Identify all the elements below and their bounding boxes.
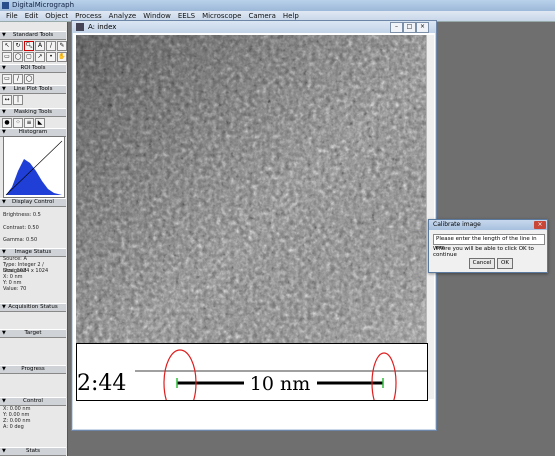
pencil-tool-icon[interactable]: ✎: [57, 41, 67, 51]
roi-oval-icon[interactable]: ◯: [24, 74, 34, 84]
control-a: A: 0 deg: [3, 424, 24, 430]
menu-edit[interactable]: Edit: [22, 11, 43, 20]
menu-window[interactable]: Window: [140, 11, 175, 20]
section-display-control[interactable]: ▼ Display Control: [0, 198, 66, 207]
mask-array-icon[interactable]: ⁘: [13, 118, 23, 128]
dialog-ok-button[interactable]: OK: [497, 258, 513, 269]
dialog-prompt-field[interactable]: Please enter the length of the line in n…: [433, 234, 545, 251]
menu-analyze[interactable]: Analyze: [106, 11, 141, 20]
arrow-line-icon[interactable]: ↗: [35, 52, 45, 62]
section-roi-tools[interactable]: ▼ ROI Tools: [0, 64, 66, 73]
tool-panel: ▼ Standard Tools ↖ ↻ 🔍︎ A / ✎ ▭ ◯ ▢ ↗ • ✋…: [0, 22, 68, 456]
text-tool-icon[interactable]: A: [35, 41, 45, 51]
gamma-value: Gamma: 0.50: [3, 237, 38, 243]
section-masking-tools[interactable]: ▼ Masking Tools: [0, 108, 66, 117]
section-progress[interactable]: ▼ Progress: [0, 365, 66, 374]
line-tool-icon[interactable]: /: [46, 41, 56, 51]
mask-spot-icon[interactable]: ●: [2, 118, 12, 128]
standard-tools-row2: ▭ ◯ ▢ ↗ • ✋: [2, 52, 67, 62]
tem-micrograph[interactable]: [76, 35, 426, 361]
status-value: Value: 70: [3, 286, 27, 292]
section-stats[interactable]: ▼ Stats: [0, 447, 66, 456]
menu-eels[interactable]: EELS: [175, 11, 199, 20]
maximize-button[interactable]: □: [403, 22, 416, 33]
cursor-icon[interactable]: ↔: [2, 95, 12, 105]
dialog-close-button[interactable]: ×: [534, 221, 546, 229]
point-tool-icon[interactable]: •: [46, 52, 56, 62]
mask-wedge-icon[interactable]: ◣: [35, 118, 45, 128]
dialog-title: Calibrate image: [433, 221, 481, 228]
menu-help[interactable]: Help: [280, 11, 303, 20]
masking-tools-row: ● ⁘ ≡ ◣: [2, 118, 45, 128]
roi-line-icon[interactable]: /: [13, 74, 23, 84]
image-window-title: A: index: [88, 23, 117, 31]
dialog-cancel-button[interactable]: Cancel: [469, 258, 495, 269]
hand-tool-icon[interactable]: ✋: [57, 52, 67, 62]
app-title: DigitalMicrograph: [12, 1, 75, 9]
scale-bar-area: 2:44 10 nm: [76, 343, 428, 401]
brightness-value: Brightness: 0.5: [3, 212, 41, 218]
rect-roi-icon[interactable]: ▢: [24, 52, 34, 62]
section-acquisition-status[interactable]: ▼ Acquisition Status: [0, 303, 66, 312]
contrast-value: Contrast: 0.50: [3, 225, 39, 231]
section-standard-tools[interactable]: ▼ Standard Tools: [0, 31, 66, 40]
menu-process[interactable]: Process: [72, 11, 106, 20]
menu-object[interactable]: Object: [42, 11, 72, 20]
line-plot-tools-row: ↔ |: [2, 95, 23, 105]
rotate-tool-icon[interactable]: ↻: [13, 41, 23, 51]
histogram-plot: [3, 136, 65, 198]
menu-file[interactable]: File: [3, 11, 22, 20]
standard-tools-row1: ↖ ↻ 🔍︎ A / ✎: [2, 41, 67, 51]
rect-tool-icon[interactable]: ▭: [2, 52, 12, 62]
zoom-tool-icon[interactable]: 🔍︎: [24, 41, 34, 51]
section-target[interactable]: ▼ Target: [0, 329, 66, 338]
image-window-icon: [76, 23, 84, 31]
close-button[interactable]: ×: [416, 22, 429, 33]
calibrate-dialog: Calibrate image × Please enter the lengt…: [428, 219, 548, 273]
minimize-button[interactable]: –: [390, 22, 403, 33]
section-control[interactable]: ▼ Control: [0, 397, 66, 406]
roi-rect-icon[interactable]: ▭: [2, 74, 12, 84]
scale-bar-label: 10 nm: [250, 373, 310, 395]
dialog-titlebar[interactable]: Calibrate image ×: [429, 220, 547, 230]
section-line-plot-tools[interactable]: ▼ Line Plot Tools: [0, 85, 66, 94]
arrow-tool-icon[interactable]: ↖: [2, 41, 12, 51]
app-icon: [2, 2, 9, 9]
right-endpoint-marker: [371, 352, 397, 400]
menu-camera[interactable]: Camera: [245, 11, 279, 20]
mask-band-icon[interactable]: ≡: [24, 118, 34, 128]
roi-tools-row: ▭ / ◯: [2, 74, 34, 84]
oval-tool-icon[interactable]: ◯: [13, 52, 23, 62]
image-window[interactable]: A: index – □ × 2:44 10 nm: [71, 20, 437, 431]
scale-left-label: 2:44: [77, 371, 126, 396]
image-window-titlebar[interactable]: A: index – □ ×: [72, 21, 436, 33]
range-icon[interactable]: |: [13, 95, 23, 105]
menu-microscope[interactable]: Microscope: [199, 11, 245, 20]
left-endpoint-marker: [163, 349, 197, 400]
dialog-message: Where you will be able to click OK to co…: [433, 246, 534, 258]
